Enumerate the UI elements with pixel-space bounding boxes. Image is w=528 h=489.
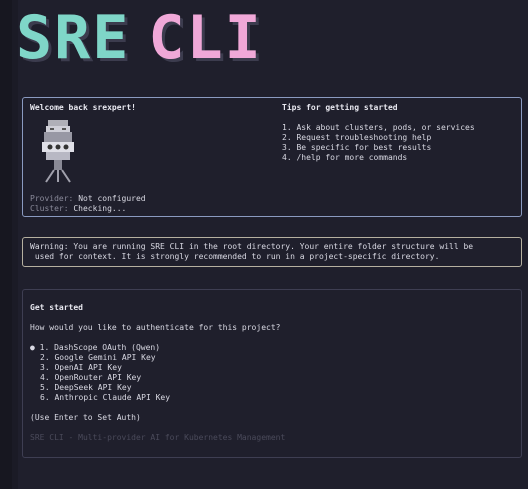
logo-cli: CLI CLI — [148, 8, 263, 71]
tip-item: 4. /help for more commands — [282, 153, 408, 162]
logo-sre: SRE SRE — [16, 8, 131, 71]
auth-option-label: 1. DashScope OAuth (Qwen) — [39, 343, 161, 352]
auth-option[interactable]: 2. Google Gemini API Key — [40, 353, 156, 363]
welcome-panel: Welcome back srexpert! Provider: Not con… — [22, 97, 522, 217]
logo-cli-text: CLI — [148, 3, 263, 73]
tip-item: 3. Be specific for best results — [282, 143, 432, 152]
warning-line-2: used for context. It is strongly recomme… — [30, 252, 440, 261]
auth-question: How would you like to authenticate for t… — [30, 323, 281, 332]
tips-title: Tips for getting started — [282, 103, 398, 112]
auth-option[interactable]: 6. Anthropic Claude API Key — [40, 393, 170, 403]
auth-dialog: Get started How would you like to authen… — [22, 289, 522, 458]
selected-bullet-icon: ● — [30, 343, 35, 352]
auth-option[interactable]: 3. OpenAI API Key — [40, 363, 122, 373]
tip-item: 2. Request troubleshooting help — [282, 133, 432, 142]
left-edge-strip — [0, 0, 12, 489]
auth-hint: (Use Enter to Set Auth) — [30, 413, 141, 422]
provider-label: Provider: — [30, 194, 74, 203]
tip-item: 1. Ask about clusters, pods, or services — [282, 123, 475, 132]
auth-option[interactable]: 5. DeepSeek API Key — [40, 383, 132, 393]
root-directory-warning: Warning: You are running SRE CLI in the … — [22, 237, 522, 267]
auth-title: Get started — [30, 303, 83, 312]
cluster-value: Checking... — [73, 204, 127, 213]
auth-option-selected[interactable]: ● 1. DashScope OAuth (Qwen) — [30, 343, 160, 353]
left-edge-shade — [12, 0, 18, 489]
robot-mascot-icon — [42, 120, 74, 183]
welcome-greeting: Welcome back srexpert! — [30, 103, 136, 112]
auth-footer: SRE CLI - Multi-provider AI for Kubernet… — [30, 433, 286, 442]
provider-value: Not configured — [78, 194, 146, 203]
app-logo: SRE SRE CLI CLI — [16, 8, 264, 71]
auth-option[interactable]: 4. OpenRouter API Key — [40, 373, 141, 383]
warning-line-1: Warning: You are running SRE CLI in the … — [30, 242, 474, 251]
cluster-status: Cluster: Checking... — [30, 204, 126, 214]
provider-status: Provider: Not configured — [30, 194, 146, 204]
logo-sre-text: SRE — [16, 3, 131, 73]
cluster-label: Cluster: — [30, 204, 69, 213]
